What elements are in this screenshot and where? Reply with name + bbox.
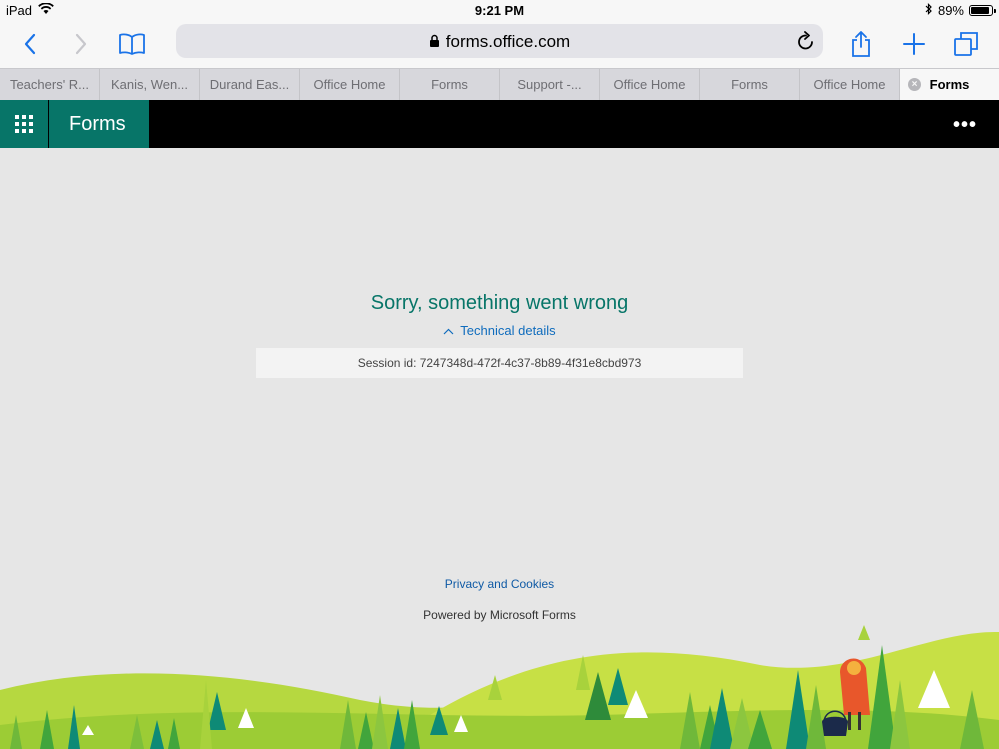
tab[interactable]: Support -...	[500, 69, 600, 100]
tab-label: Kanis, Wen...	[110, 77, 189, 92]
share-button[interactable]	[843, 26, 879, 62]
app-brand[interactable]: Forms	[49, 100, 149, 148]
tab[interactable]: Durand Eas...	[200, 69, 300, 100]
back-button[interactable]	[12, 26, 48, 62]
bluetooth-icon	[925, 3, 933, 18]
browser-toolbar: forms.office.com	[0, 20, 999, 68]
tab-label: Forms	[431, 77, 468, 92]
url-display: forms.office.com	[176, 32, 823, 53]
more-icon[interactable]: •••	[953, 114, 977, 137]
tab-label: Office Home	[813, 77, 886, 92]
error-title: Sorry, something went wrong	[370, 292, 629, 314]
tab-label: Office Home	[613, 77, 686, 92]
technical-details-label: Technical details	[460, 323, 556, 338]
session-id-box: Session id: 7247348d-472f-4c37-8b89-4f31…	[256, 348, 743, 378]
tab-label: Teachers' R...	[9, 77, 90, 92]
app-header: Forms •••	[0, 100, 999, 148]
landscape-illustration	[0, 625, 999, 749]
tab[interactable]: Teachers' R...	[0, 69, 100, 100]
tab[interactable]: Office Home	[800, 69, 900, 100]
bookmarks-button[interactable]	[114, 26, 150, 62]
app-launcher-button[interactable]	[0, 100, 48, 148]
lock-icon	[429, 33, 440, 53]
tab[interactable]: Forms	[400, 69, 500, 100]
reload-icon	[798, 31, 813, 50]
chevron-up-icon	[443, 323, 454, 338]
tab[interactable]: Office Home	[300, 69, 400, 100]
close-tab-icon[interactable]: ×	[908, 78, 921, 91]
battery-icon	[969, 5, 996, 16]
tab-label: Support -...	[517, 77, 582, 92]
tab-label: Office Home	[313, 77, 386, 92]
new-tab-icon	[903, 33, 925, 55]
status-right: 89%	[925, 3, 996, 18]
technical-details-link[interactable]: Technical details	[0, 323, 999, 338]
tab-bar: Teachers' R... Kanis, Wen... Durand Eas.…	[0, 68, 999, 100]
forward-button[interactable]	[63, 26, 99, 62]
privacy-link[interactable]: Privacy and Cookies	[0, 577, 999, 591]
tab[interactable]: Forms	[700, 69, 800, 100]
tab[interactable]: Office Home	[600, 69, 700, 100]
tab[interactable]: Kanis, Wen...	[100, 69, 200, 100]
address-bar[interactable]: forms.office.com	[176, 24, 823, 58]
share-icon	[852, 31, 870, 57]
status-time: 9:21 PM	[474, 3, 525, 18]
tab-label: Forms	[731, 77, 768, 92]
app-launcher-icon	[15, 115, 33, 133]
status-bar: iPad 9:21 PM 89%	[0, 0, 999, 20]
forward-icon	[75, 33, 87, 55]
tabs-icon	[954, 32, 978, 56]
new-tab-button[interactable]	[896, 26, 932, 62]
tab-label: Forms	[929, 77, 970, 92]
tab-active[interactable]: × Forms	[900, 69, 999, 100]
back-icon	[24, 33, 36, 55]
reload-button[interactable]	[797, 31, 815, 56]
tab-label: Durand Eas...	[209, 77, 290, 92]
battery-level	[971, 7, 989, 14]
url-text: forms.office.com	[445, 32, 571, 51]
bookmarks-icon	[119, 33, 145, 55]
battery-percent: 89%	[937, 3, 964, 18]
tabs-overview-button[interactable]	[948, 26, 984, 62]
